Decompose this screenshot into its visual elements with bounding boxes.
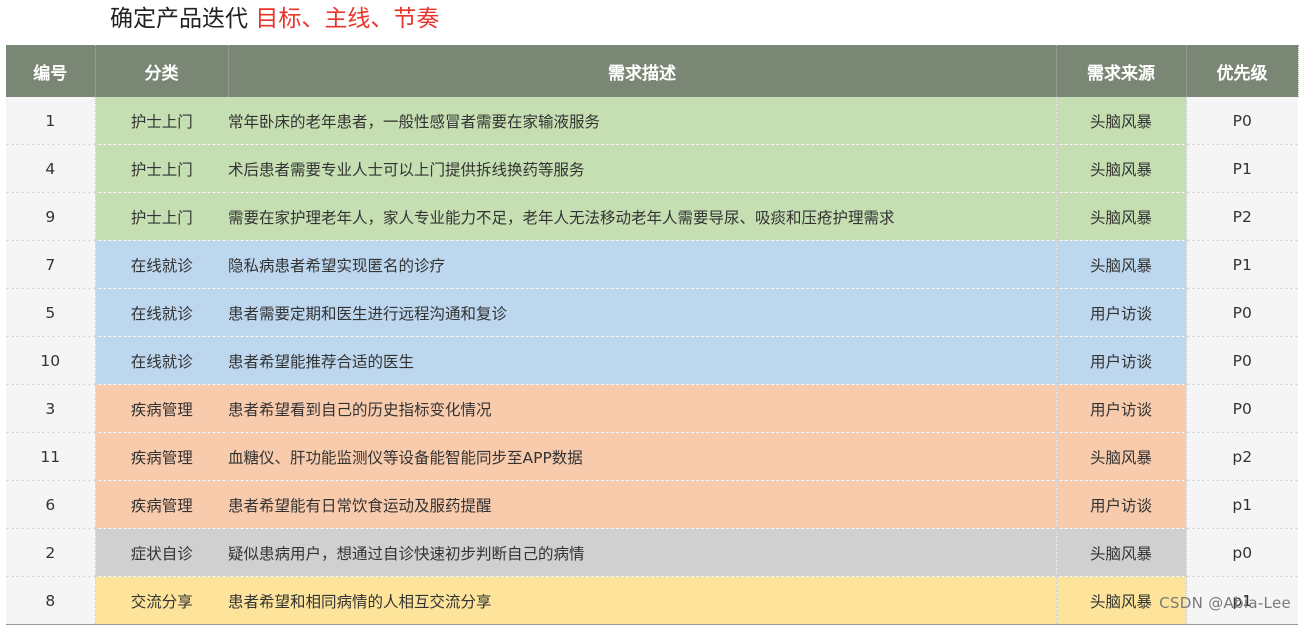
row-priority: P2 <box>1186 192 1298 241</box>
watermark: CSDN @Abia-Lee <box>1159 594 1291 612</box>
row-category: 疾病管理 <box>94 384 228 433</box>
row-category: 护士上门 <box>94 144 228 193</box>
header-row: 编号 分类 需求描述 需求来源 优先级 <box>6 45 1299 97</box>
row-source: 头脑风暴 <box>1055 97 1187 145</box>
row-num: 11 <box>6 432 95 481</box>
row-description: 需要在家护理老年人，家人专业能力不足，老年人无法移动老年人需要导尿、吸痰和压疮护… <box>228 192 1056 241</box>
page-title: 确定产品迭代 目标、主线、节奏 <box>110 2 439 36</box>
row-category: 在线就诊 <box>94 336 228 385</box>
row-priority: P1 <box>1186 144 1298 193</box>
row-num: 10 <box>6 336 95 385</box>
header-category: 分类 <box>95 45 229 97</box>
row-category: 疾病管理 <box>94 480 228 529</box>
row-description: 患者希望和相同病情的人相互交流分享 <box>228 576 1056 625</box>
row-priority: P0 <box>1186 97 1298 145</box>
table-header: 编号 分类 需求描述 需求来源 优先级 <box>6 45 1299 97</box>
table-row: 3 疾病管理 患者希望看到自己的历史指标变化情况 用户访谈 P0 <box>6 384 1298 433</box>
row-priority: P0 <box>1186 288 1298 337</box>
row-category: 护士上门 <box>94 97 228 145</box>
row-priority: P0 <box>1186 384 1298 433</box>
row-source: 头脑风暴 <box>1055 192 1187 241</box>
row-source: 头脑风暴 <box>1055 528 1187 577</box>
row-category: 护士上门 <box>94 192 228 241</box>
table-row: 9 护士上门 需要在家护理老年人，家人专业能力不足，老年人无法移动老年人需要导尿… <box>6 192 1298 241</box>
row-priority: P1 <box>1186 240 1298 289</box>
row-source: 用户访谈 <box>1055 480 1187 529</box>
row-num: 5 <box>6 288 95 337</box>
row-description: 患者希望能有日常饮食运动及服药提醒 <box>228 480 1056 529</box>
row-priority: P0 <box>1186 336 1298 385</box>
row-description: 血糖仪、肝功能监测仪等设备能智能同步至APP数据 <box>228 432 1056 481</box>
row-category: 症状自诊 <box>94 528 228 577</box>
table-row: 5 在线就诊 患者需要定期和医生进行远程沟通和复诊 用户访谈 P0 <box>6 288 1298 337</box>
row-num: 4 <box>6 144 95 193</box>
row-category: 在线就诊 <box>94 240 228 289</box>
row-description: 患者希望看到自己的历史指标变化情况 <box>228 384 1056 433</box>
table-row: 4 护士上门 术后患者需要专业人士可以上门提供拆线换药等服务 头脑风暴 P1 <box>6 144 1298 193</box>
row-num: 8 <box>6 576 95 625</box>
row-description: 术后患者需要专业人士可以上门提供拆线换药等服务 <box>228 144 1056 193</box>
row-description: 患者希望能推荐合适的医生 <box>228 336 1056 385</box>
header-source: 需求来源 <box>1056 45 1187 97</box>
row-source: 用户访谈 <box>1055 288 1187 337</box>
table-row: 1 护士上门 常年卧床的老年患者，一般性感冒者需要在家输液服务 头脑风暴 P0 <box>6 97 1298 145</box>
row-source: 用户访谈 <box>1055 384 1187 433</box>
table-row: 10 在线就诊 患者希望能推荐合适的医生 用户访谈 P0 <box>6 336 1298 385</box>
row-description: 患者需要定期和医生进行远程沟通和复诊 <box>228 288 1056 337</box>
title-prefix: 确定产品迭代 <box>110 6 248 32</box>
row-description: 隐私病患者希望实现匿名的诊疗 <box>228 240 1056 289</box>
row-num: 2 <box>6 528 95 577</box>
row-description: 常年卧床的老年患者，一般性感冒者需要在家输液服务 <box>228 97 1056 145</box>
table-body: 1 护士上门 常年卧床的老年患者，一般性感冒者需要在家输液服务 头脑风暴 P0 … <box>6 97 1298 625</box>
table-row: 2 症状自诊 疑似患病用户，想通过自诊快速初步判断自己的病情 头脑风暴 p0 <box>6 528 1298 577</box>
header-priority: 优先级 <box>1186 45 1299 97</box>
row-num: 9 <box>6 192 95 241</box>
row-category: 交流分享 <box>94 576 228 625</box>
row-source: 头脑风暴 <box>1055 432 1187 481</box>
row-description: 疑似患病用户，想通过自诊快速初步判断自己的病情 <box>228 528 1056 577</box>
row-source: 头脑风暴 <box>1055 240 1187 289</box>
row-category: 疾病管理 <box>94 432 228 481</box>
table-row: 11 疾病管理 血糖仪、肝功能监测仪等设备能智能同步至APP数据 头脑风暴 p2 <box>6 432 1298 481</box>
row-num: 3 <box>6 384 95 433</box>
table-row: 6 疾病管理 患者希望能有日常饮食运动及服药提醒 用户访谈 p1 <box>6 480 1298 529</box>
requirements-table: 编号 分类 需求描述 需求来源 优先级 1 护士上门 常年卧床的老年患者，一般性… <box>6 45 1299 625</box>
table-row: 8 交流分享 患者希望和相同病情的人相互交流分享 头脑风暴 p1 <box>6 576 1298 625</box>
row-category: 在线就诊 <box>94 288 228 337</box>
row-num: 7 <box>6 240 95 289</box>
header-description: 需求描述 <box>228 45 1057 97</box>
row-priority: p1 <box>1186 480 1298 529</box>
title-highlight: 目标、主线、节奏 <box>255 6 440 32</box>
row-num: 1 <box>6 97 95 145</box>
row-source: 头脑风暴 <box>1055 144 1187 193</box>
row-source: 用户访谈 <box>1055 336 1187 385</box>
row-num: 6 <box>6 480 95 529</box>
table-row: 7 在线就诊 隐私病患者希望实现匿名的诊疗 头脑风暴 P1 <box>6 240 1298 289</box>
header-num: 编号 <box>6 45 96 97</box>
row-priority: p0 <box>1186 528 1298 577</box>
row-priority: p2 <box>1186 432 1298 481</box>
